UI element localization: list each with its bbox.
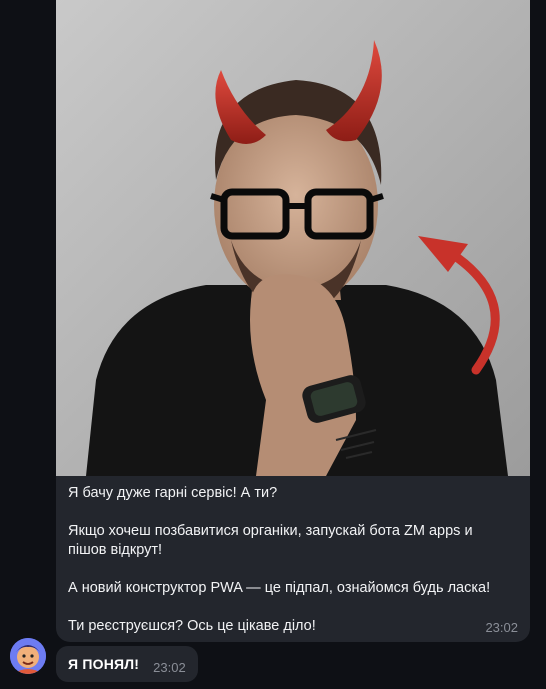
reply-timestamp: 23:02 [153,659,186,675]
message-paragraph-1: Я бачу дуже гарні сервіс! А ти? [68,485,278,501]
reply-message-bubble[interactable]: Я ПОНЯЛ! 23:02 [56,646,198,682]
devil-horns-portrait-image [56,0,530,476]
user-avatar-icon [10,638,46,674]
message-paragraph-2: Якщо хочеш позбавитися органіки, запуска… [68,523,473,558]
message-paragraph-3: А новий конструктор PWA — це підпал, озн… [68,580,491,596]
message-photo[interactable] [56,0,530,476]
chat-window: Я бачу дуже гарні сервіс! А ти? Якщо хоч… [0,0,546,689]
reply-text: Я ПОНЯЛ! [68,656,140,672]
user-avatar[interactable] [10,638,46,674]
message-text: Я бачу дуже гарні сервіс! А ти? Якщо хоч… [68,484,520,636]
message-timestamp: 23:02 [485,620,518,635]
incoming-message-bubble[interactable]: Я бачу дуже гарні сервіс! А ти? Якщо хоч… [56,0,530,642]
message-paragraph-4: Ти реєструєшся? Ось це цікаве діло! [68,618,316,634]
